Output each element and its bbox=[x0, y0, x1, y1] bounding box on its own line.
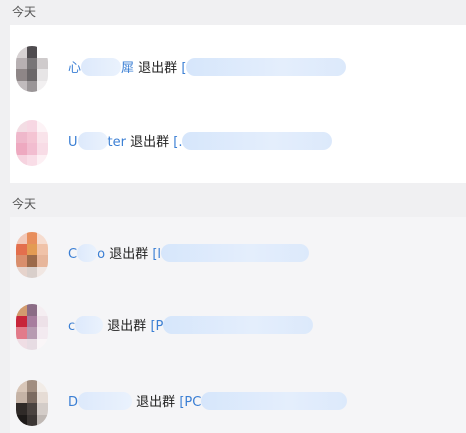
list-item[interactable]: c 退出群 [P bbox=[10, 297, 466, 357]
list-item[interactable]: D 退出群 [PC bbox=[10, 373, 466, 433]
message-text: c 退出群 [P bbox=[68, 297, 314, 357]
member-name-start[interactable]: D bbox=[68, 395, 78, 410]
redacted-name bbox=[77, 244, 98, 262]
avatar[interactable] bbox=[16, 380, 48, 426]
member-name-start[interactable]: c bbox=[68, 319, 75, 334]
action-text: 退出群 bbox=[107, 319, 147, 334]
group-bracket[interactable]: [. bbox=[173, 135, 182, 150]
member-name-end[interactable]: 犀 bbox=[121, 61, 134, 76]
message-panel-2: Co 退出群 [l c 退出群 [P D 退出群 [PC bbox=[10, 217, 466, 433]
avatar[interactable] bbox=[16, 120, 48, 166]
member-name-end[interactable]: ter bbox=[108, 135, 126, 150]
list-item[interactable]: Uter 退出群 [. bbox=[10, 113, 466, 173]
action-text: 退出群 bbox=[138, 61, 178, 76]
redacted-name bbox=[75, 316, 104, 334]
member-name-start[interactable]: U bbox=[68, 135, 78, 150]
section-header: 今天 bbox=[0, 192, 466, 217]
message-panel-1: 心犀 退出群 [ Uter 退出群 [. bbox=[10, 25, 466, 183]
redacted-group-name bbox=[182, 132, 333, 150]
group-bracket[interactable]: [PC bbox=[179, 395, 201, 410]
message-text: Co 退出群 [l bbox=[68, 225, 310, 285]
redacted-group-name bbox=[161, 244, 310, 262]
member-name-end[interactable]: o bbox=[97, 247, 105, 262]
action-text: 退出群 bbox=[130, 135, 170, 150]
redacted-name bbox=[77, 132, 108, 150]
section-header: 今天 bbox=[0, 0, 466, 25]
list-item[interactable]: 心犀 退出群 [ bbox=[10, 39, 466, 99]
avatar[interactable] bbox=[16, 46, 48, 92]
redacted-name bbox=[78, 392, 133, 410]
redacted-group-name bbox=[163, 316, 314, 334]
redacted-name bbox=[81, 58, 122, 76]
section-today-1: 今天 bbox=[0, 0, 466, 25]
action-text: 退出群 bbox=[109, 247, 149, 262]
group-bracket[interactable]: [l bbox=[152, 247, 161, 262]
action-text: 退出群 bbox=[136, 395, 176, 410]
list-item[interactable]: Co 退出群 [l bbox=[10, 225, 466, 285]
message-text: D 退出群 [PC bbox=[68, 373, 348, 433]
group-bracket[interactable]: [P bbox=[150, 319, 163, 334]
section-today-2: 今天 bbox=[0, 192, 466, 217]
message-text: 心犀 退出群 [ bbox=[68, 39, 347, 99]
avatar[interactable] bbox=[16, 232, 48, 278]
message-text: Uter 退出群 [. bbox=[68, 113, 333, 173]
avatar[interactable] bbox=[16, 304, 48, 350]
member-name-start[interactable]: 心 bbox=[68, 61, 81, 76]
member-name-start[interactable]: C bbox=[68, 247, 77, 262]
redacted-group-name bbox=[186, 58, 347, 76]
redacted-group-name bbox=[201, 392, 348, 410]
